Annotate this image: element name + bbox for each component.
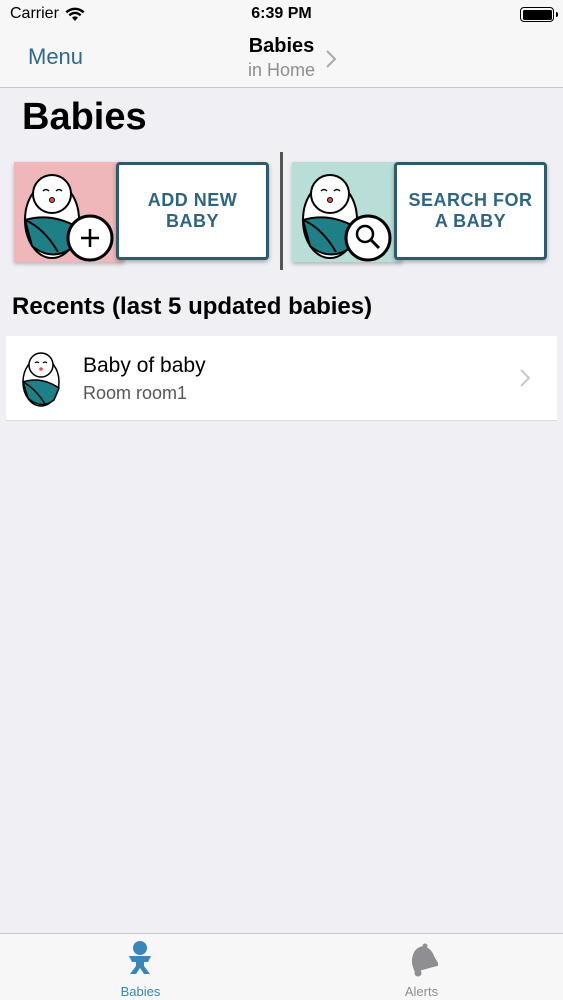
nav-title-button[interactable]: Babies in Home — [0, 35, 563, 81]
tab-alerts[interactable]: Alerts — [281, 934, 562, 1000]
nav-title: Babies — [248, 35, 315, 57]
tile-divider — [280, 152, 283, 270]
navigation-bar: Menu Babies in Home — [0, 30, 563, 88]
recents-header: Recents (last 5 updated babies) — [12, 293, 373, 320]
recent-baby-room: Room room1 — [83, 383, 188, 403]
baby-avatar-icon — [22, 352, 60, 407]
tab-alerts-label: Alerts — [404, 984, 439, 999]
search-baby-label-box: SEARCH FOR A BABY — [394, 162, 547, 260]
add-new-baby-label-box: ADD NEW BABY — [116, 162, 269, 260]
chevron-right-icon — [520, 369, 531, 387]
search-baby-label: SEARCH FOR A BABY — [408, 190, 533, 231]
add-new-baby-label: ADD NEW BABY — [147, 190, 238, 231]
list-item[interactable]: Baby of baby Room room1 — [6, 336, 557, 421]
status-time: 6:39 PM — [251, 5, 312, 22]
bell-icon — [411, 943, 438, 977]
recent-baby-name: Baby of baby — [83, 354, 206, 377]
page-title: Babies — [22, 96, 147, 138]
search-baby-button[interactable]: SEARCH FOR A BABY — [292, 162, 548, 262]
battery-icon — [520, 7, 558, 22]
status-bar: Carrier 6:39 PM — [0, 0, 563, 30]
tab-babies[interactable]: Babies — [0, 934, 281, 1000]
baby-magnifier-icon — [301, 174, 392, 262]
baby-plus-icon — [23, 174, 114, 262]
chevron-right-icon — [326, 50, 337, 68]
tab-babies-label: Babies — [120, 984, 161, 999]
search-baby-illustration — [292, 162, 402, 262]
nav-subtitle: in Home — [247, 60, 316, 80]
tab-bar: Babies Alerts — [0, 933, 563, 1000]
add-new-baby-button[interactable]: ADD NEW BABY — [14, 162, 270, 262]
baby-tab-icon — [129, 941, 151, 974]
add-baby-illustration — [14, 162, 124, 262]
